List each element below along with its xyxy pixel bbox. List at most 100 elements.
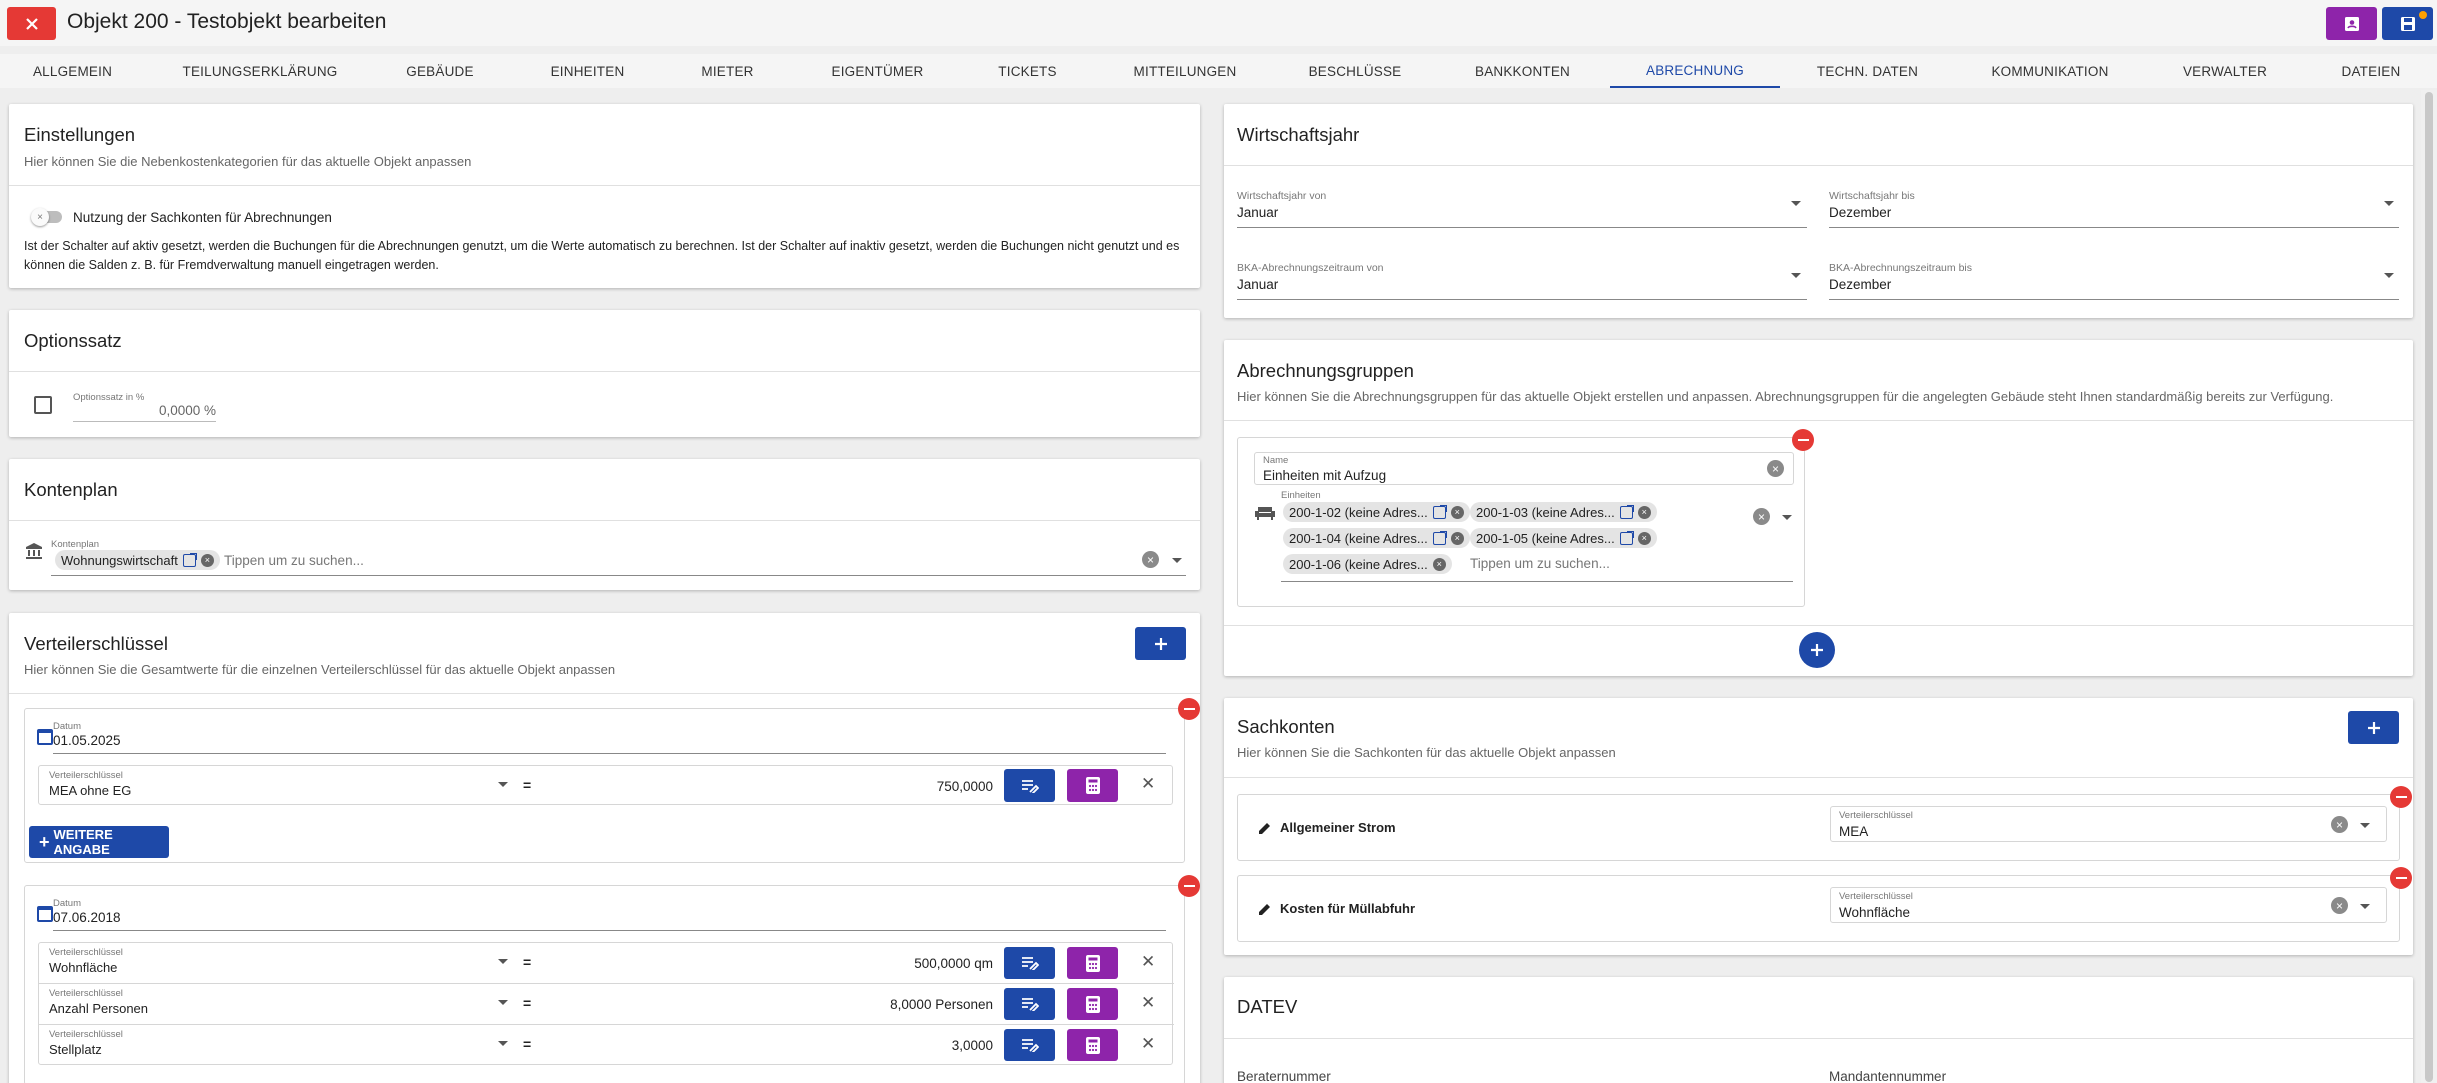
wj-bis-select[interactable]: Dezember: [1829, 205, 1891, 220]
optionssatz-input[interactable]: 0,0000 %: [73, 403, 216, 418]
close-button[interactable]: [7, 7, 56, 40]
open-external-icon[interactable]: [1432, 504, 1447, 519]
sachkonto-vs-field[interactable]: Verteilerschlüssel MEA ×: [1830, 806, 2387, 842]
vs-value-input[interactable]: 750,0000: [533, 779, 993, 794]
calculator-button[interactable]: [1067, 769, 1118, 802]
remove-group-button[interactable]: [1178, 698, 1200, 720]
kontenplan-chip[interactable]: Wohnungswirtschaft ×: [55, 550, 220, 570]
open-external-icon[interactable]: [182, 552, 197, 567]
vs-select[interactable]: Wohnfläche: [1839, 905, 1910, 920]
chevron-down-icon[interactable]: [1172, 558, 1182, 563]
chevron-down-icon[interactable]: [1782, 515, 1792, 520]
remove-sachkonto-button[interactable]: [2390, 867, 2412, 889]
scrollbar-thumb[interactable]: [2425, 92, 2433, 1082]
datum-input[interactable]: 01.05.2025: [53, 733, 121, 748]
chevron-down-icon[interactable]: [498, 959, 508, 964]
tab-allgemein[interactable]: ALLGEMEIN: [0, 54, 145, 88]
save-button[interactable]: [2382, 7, 2433, 40]
name-field[interactable]: Name Einheiten mit Aufzug ×: [1254, 452, 1794, 485]
vs-value-input[interactable]: 8,0000 Personen: [533, 997, 993, 1012]
add-verteilerschluessel-button[interactable]: [1135, 627, 1186, 660]
edit-notes-button[interactable]: [1004, 769, 1055, 802]
chip-remove-icon[interactable]: ×: [1637, 531, 1651, 545]
optionssatz-checkbox[interactable]: [34, 396, 52, 414]
tab-gebaeude[interactable]: GEBÄUDE: [375, 54, 505, 88]
calculator-button[interactable]: [1067, 947, 1118, 979]
pencil-icon[interactable]: [1258, 821, 1272, 835]
tab-beschluesse[interactable]: BESCHLÜSSE: [1285, 54, 1425, 88]
sachkonto-vs-field[interactable]: Verteilerschlüssel Wohnfläche ×: [1830, 887, 2387, 923]
chevron-down-icon[interactable]: [498, 1000, 508, 1005]
vs-select[interactable]: Wohnfläche: [49, 960, 117, 975]
clear-icon[interactable]: ×: [2331, 897, 2348, 914]
chip-remove-icon[interactable]: ×: [1637, 505, 1651, 519]
vs-select[interactable]: Anzahl Personen: [49, 1001, 148, 1016]
remove-group-button[interactable]: [1178, 875, 1200, 897]
edit-notes-button[interactable]: [1004, 947, 1055, 979]
remove-row-icon[interactable]: ✕: [1141, 1034, 1155, 1054]
vs-select[interactable]: MEA ohne EG: [49, 783, 131, 798]
einheiten-search-input[interactable]: Tippen um zu suchen...: [1470, 556, 1610, 571]
bka-bis-select[interactable]: Dezember: [1829, 277, 1891, 292]
sachkonten-toggle[interactable]: ×: [31, 208, 62, 226]
calendar-icon[interactable]: [37, 906, 53, 922]
calendar-icon[interactable]: [37, 729, 53, 745]
remove-row-icon[interactable]: ✕: [1141, 952, 1155, 972]
chip-remove-icon[interactable]: ×: [1450, 505, 1464, 519]
clear-icon[interactable]: ×: [1753, 508, 1770, 525]
clear-icon[interactable]: ×: [1142, 551, 1159, 568]
open-external-icon[interactable]: [1619, 530, 1634, 545]
vs-value-input[interactable]: 500,0000 qm: [533, 956, 993, 971]
einheit-chip[interactable]: 200-1-05 (keine Adres... ×: [1470, 528, 1657, 548]
chevron-down-icon[interactable]: [1791, 201, 1801, 206]
vs-value-input[interactable]: 3,0000: [533, 1038, 993, 1053]
chip-remove-icon[interactable]: ×: [1432, 557, 1446, 571]
chip-remove-icon[interactable]: ×: [1450, 531, 1464, 545]
tab-einheiten[interactable]: EINHEITEN: [505, 54, 670, 88]
pencil-icon[interactable]: [1258, 902, 1272, 916]
tab-kommunikation[interactable]: KOMMUNIKATION: [1955, 54, 2145, 88]
clear-icon[interactable]: ×: [2331, 816, 2348, 833]
tab-techn-daten[interactable]: TECHN. DATEN: [1780, 54, 1955, 88]
edit-notes-button[interactable]: [1004, 988, 1055, 1020]
chevron-down-icon[interactable]: [498, 1041, 508, 1046]
chevron-down-icon[interactable]: [2384, 201, 2394, 206]
remove-group-button[interactable]: [1792, 429, 1814, 451]
wj-von-select[interactable]: Januar: [1237, 205, 1278, 220]
contact-button[interactable]: [2326, 7, 2377, 40]
clear-icon[interactable]: ×: [1767, 460, 1784, 477]
add-sachkonto-button[interactable]: [2348, 711, 2399, 744]
chevron-down-icon[interactable]: [2360, 904, 2370, 909]
chevron-down-icon[interactable]: [2360, 823, 2370, 828]
name-input[interactable]: Einheiten mit Aufzug: [1263, 468, 1386, 483]
tab-mitteilungen[interactable]: MITTEILUNGEN: [1085, 54, 1285, 88]
tab-bankkonten[interactable]: BANKKONTEN: [1425, 54, 1620, 88]
einheit-chip[interactable]: 200-1-03 (keine Adres... ×: [1470, 502, 1657, 522]
tab-verwalter[interactable]: VERWALTER: [2145, 54, 2305, 88]
open-external-icon[interactable]: [1619, 504, 1634, 519]
einheit-chip[interactable]: 200-1-02 (keine Adres... ×: [1283, 502, 1470, 522]
calculator-button[interactable]: [1067, 988, 1118, 1020]
einheit-chip[interactable]: 200-1-06 (keine Adres... ×: [1283, 554, 1452, 574]
tab-tickets[interactable]: TICKETS: [970, 54, 1085, 88]
chip-remove-icon[interactable]: ×: [200, 553, 214, 567]
datum-input[interactable]: 07.06.2018: [53, 910, 121, 925]
edit-notes-button[interactable]: [1004, 1029, 1055, 1061]
open-external-icon[interactable]: [1432, 530, 1447, 545]
tab-eigentuemer[interactable]: EIGENTÜMER: [785, 54, 970, 88]
bka-von-select[interactable]: Januar: [1237, 277, 1278, 292]
calculator-button[interactable]: [1067, 1029, 1118, 1061]
tab-dateien[interactable]: DATEIEN: [2305, 54, 2437, 88]
einheit-chip[interactable]: 200-1-04 (keine Adres... ×: [1283, 528, 1470, 548]
vs-select[interactable]: MEA: [1839, 824, 1868, 839]
tab-teilungserklaerung[interactable]: TEILUNGSERKLÄRUNG: [145, 54, 375, 88]
remove-sachkonto-button[interactable]: [2390, 786, 2412, 808]
add-more-button[interactable]: + WEITERE ANGABE: [29, 826, 169, 858]
remove-row-icon[interactable]: ✕: [1141, 993, 1155, 1013]
remove-row-icon[interactable]: ✕: [1141, 774, 1155, 794]
tab-mieter[interactable]: MIETER: [670, 54, 785, 88]
vs-select[interactable]: Stellplatz: [49, 1042, 102, 1057]
chevron-down-icon[interactable]: [1791, 273, 1801, 278]
chevron-down-icon[interactable]: [498, 782, 508, 787]
chevron-down-icon[interactable]: [2384, 273, 2394, 278]
